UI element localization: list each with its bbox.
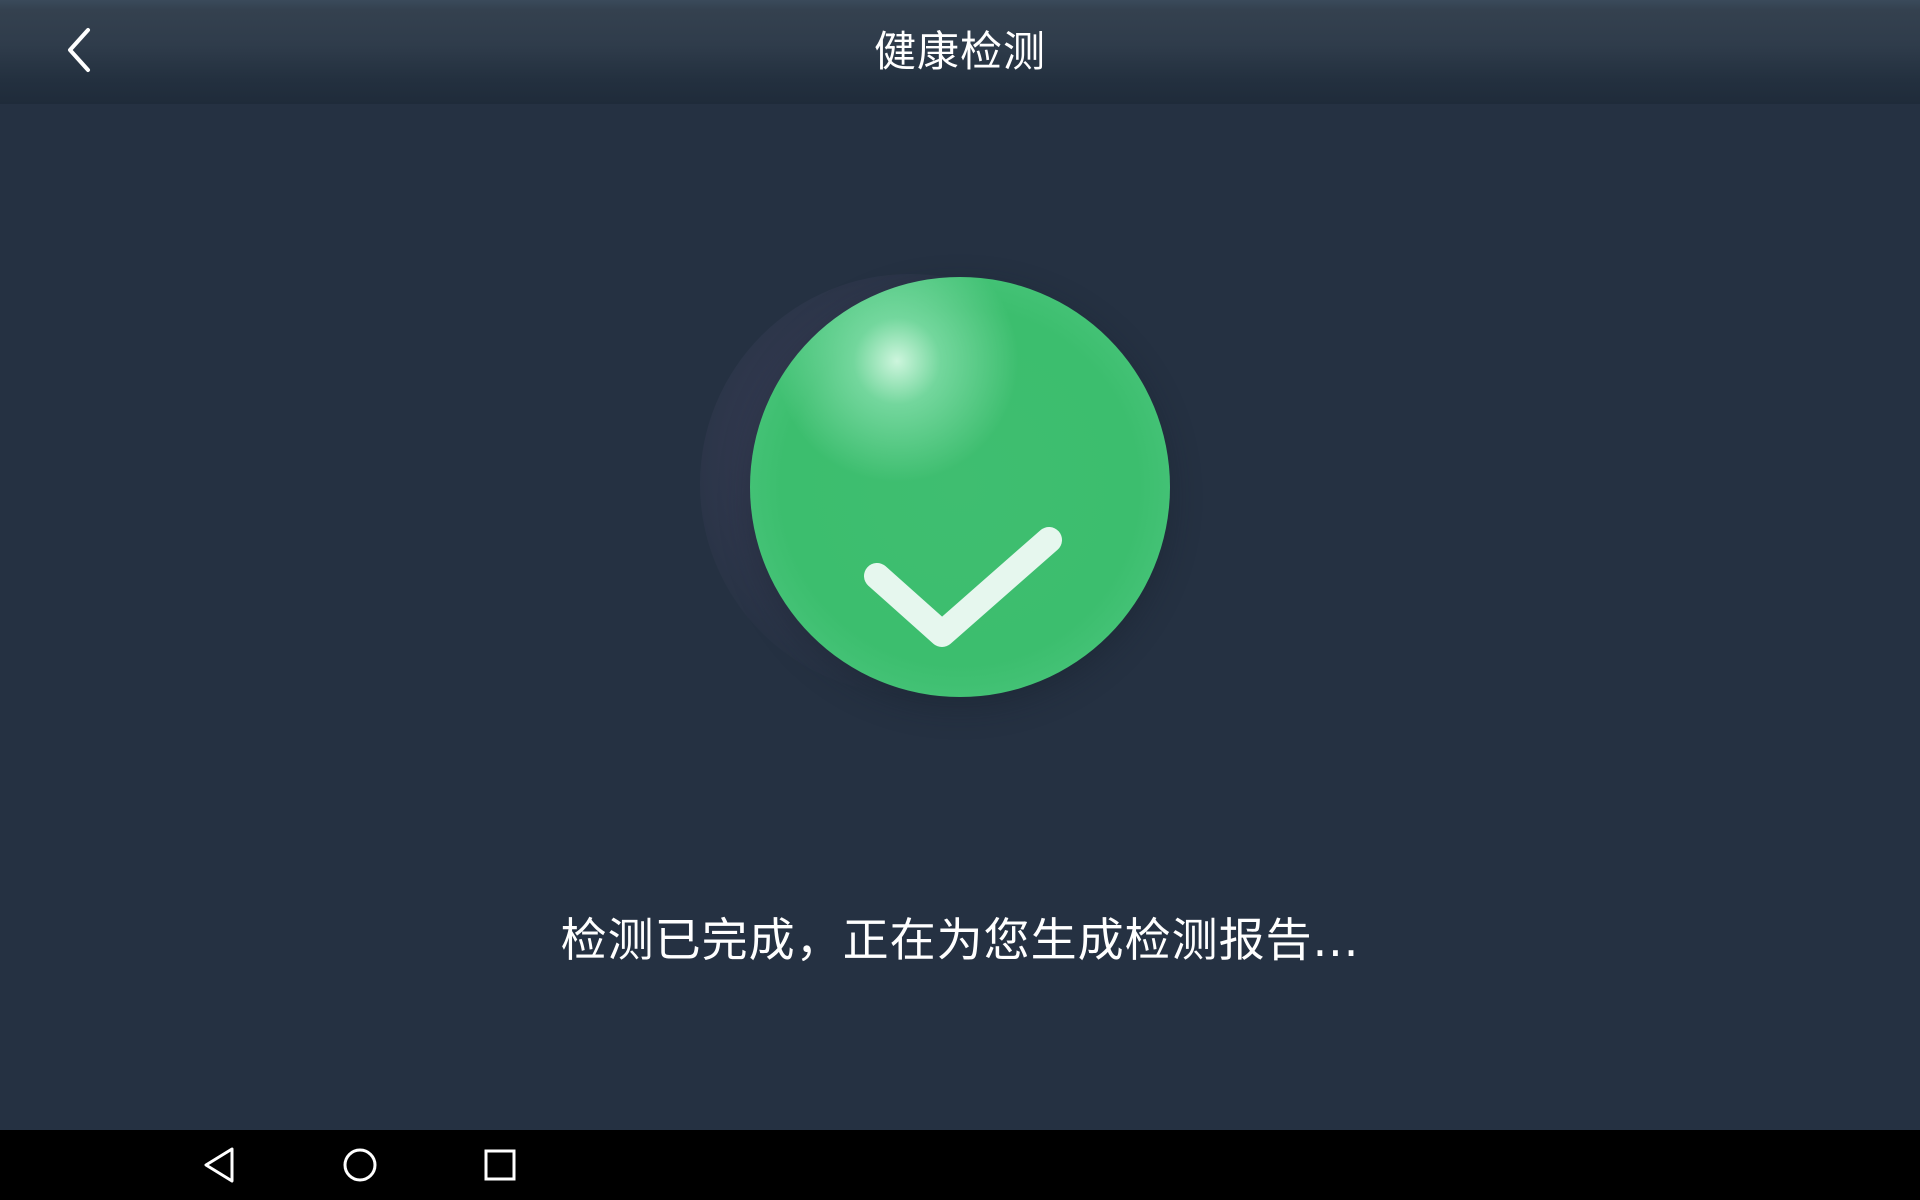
triangle-back-icon <box>204 1147 234 1183</box>
square-recents-icon <box>484 1149 516 1181</box>
app-header: 健康检测 <box>0 0 1920 104</box>
system-recents-button[interactable] <box>460 1130 540 1200</box>
system-back-button[interactable] <box>180 1130 260 1200</box>
circle-home-icon <box>343 1148 377 1182</box>
system-navigation-bar <box>0 1130 1920 1200</box>
page-title: 健康检测 <box>873 27 1046 76</box>
check-icon <box>864 527 1062 647</box>
system-home-button[interactable] <box>320 1130 400 1200</box>
status-message: 检测已完成，正在为您生成检测报告... <box>560 913 1360 967</box>
health-check-screen: 健康检测 检测已完成，正在为您生成检测报告... <box>0 0 1920 1200</box>
main-content: 检测已完成，正在为您生成检测报告... <box>0 104 1920 1130</box>
